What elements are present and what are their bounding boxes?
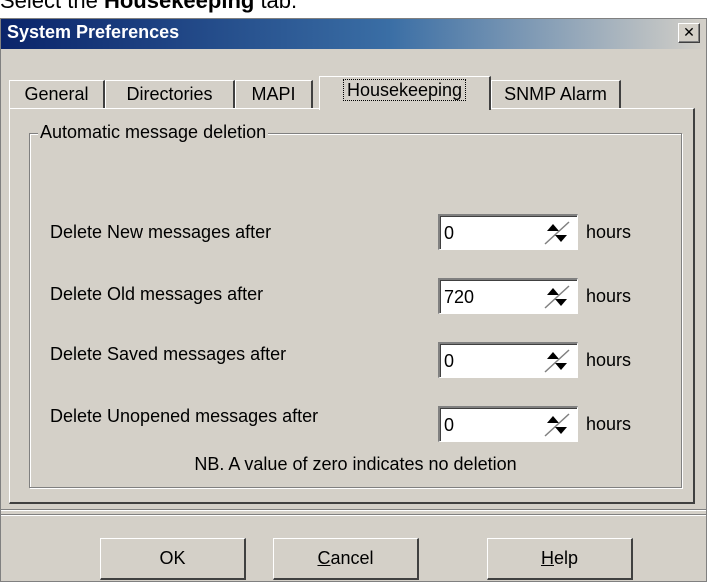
instruction-suffix: tab. xyxy=(254,0,298,13)
spin-arrows-icon[interactable] xyxy=(543,348,571,374)
title-bar[interactable]: System Preferences ✕ xyxy=(1,19,706,49)
window-title: System Preferences xyxy=(7,22,180,42)
delete-old-value: 720 xyxy=(444,287,475,307)
tab-housekeeping[interactable]: Housekeeping xyxy=(319,76,491,110)
zero-deletion-note: NB. A value of zero indicates no deletio… xyxy=(194,454,517,474)
tab-general[interactable]: General xyxy=(9,80,105,108)
housekeeping-panel: Automatic message deletion Delete New me… xyxy=(9,108,695,504)
spin-arrows-icon[interactable] xyxy=(543,220,571,246)
delete-new-spinner[interactable]: 0 xyxy=(438,214,578,250)
close-icon: ✕ xyxy=(683,25,695,41)
tab-snmp-alarm-label: SNMP Alarm xyxy=(504,84,607,104)
tab-snmp-alarm[interactable]: SNMP Alarm xyxy=(491,80,621,108)
delete-new-label: Delete New messages after xyxy=(50,222,272,242)
delete-old-unit: hours xyxy=(586,286,632,306)
ok-button-label: OK xyxy=(159,548,186,568)
tab-mapi-label: MAPI xyxy=(251,84,296,104)
divider xyxy=(1,510,706,511)
cancel-rest: ancel xyxy=(330,548,374,568)
instruction-prefix: Select the xyxy=(0,0,104,13)
delete-unopened-unit: hours xyxy=(586,414,632,434)
divider xyxy=(1,515,706,516)
spin-arrows-icon[interactable] xyxy=(543,412,571,438)
help-button[interactable]: Help xyxy=(487,538,633,580)
delete-unopened-spinner[interactable]: 0 xyxy=(438,406,578,442)
help-mnemonic: H xyxy=(540,548,554,568)
delete-unopened-value: 0 xyxy=(444,415,455,435)
group-legend: Automatic message deletion xyxy=(38,122,269,143)
automatic-deletion-group: Automatic message deletion Delete New me… xyxy=(29,122,682,488)
tab-mapi[interactable]: MAPI xyxy=(235,80,313,108)
tab-housekeeping-label: Housekeeping xyxy=(342,79,467,101)
delete-saved-label: Delete Saved messages after xyxy=(50,344,287,364)
delete-old-label: Delete Old messages after xyxy=(50,284,264,304)
tab-general-label: General xyxy=(24,84,89,104)
instruction-bold: Housekeeping xyxy=(103,0,255,13)
tab-directories[interactable]: Directories xyxy=(105,80,235,108)
delete-new-value: 0 xyxy=(444,223,455,243)
delete-old-spinner[interactable]: 720 xyxy=(438,278,578,314)
delete-unopened-label: Delete Unopened messages after xyxy=(50,406,319,426)
ok-button[interactable]: OK xyxy=(100,538,246,580)
close-button[interactable]: ✕ xyxy=(678,23,700,43)
instruction-text: Select the Housekeeping tab. xyxy=(0,0,297,18)
system-preferences-dialog: System Preferences ✕ General Directories… xyxy=(0,18,707,582)
delete-new-unit: hours xyxy=(586,222,632,242)
spin-arrows-icon[interactable] xyxy=(543,284,571,310)
cancel-button[interactable]: Cancel xyxy=(273,538,419,580)
delete-saved-spinner[interactable]: 0 xyxy=(438,342,578,378)
help-rest: elp xyxy=(553,548,579,568)
delete-saved-unit: hours xyxy=(586,350,632,370)
cancel-mnemonic: C xyxy=(317,548,331,568)
tab-directories-label: Directories xyxy=(126,84,213,104)
delete-saved-value: 0 xyxy=(444,351,455,371)
